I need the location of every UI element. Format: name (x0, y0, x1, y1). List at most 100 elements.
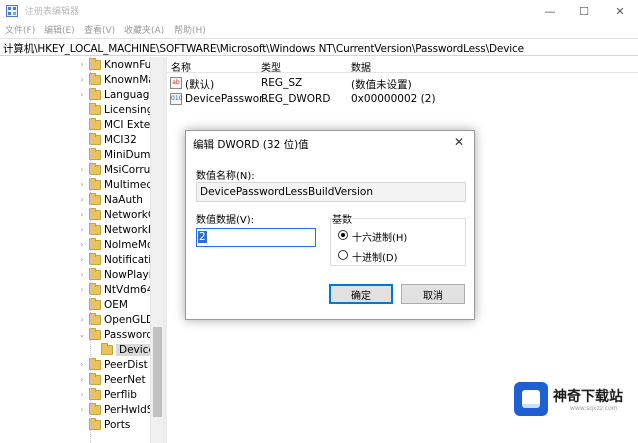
value-data: 0x00000002 (2) (351, 93, 436, 105)
menu-help[interactable]: 帮助(H) (174, 23, 206, 36)
tree-item[interactable]: › KnownMa (0, 73, 155, 88)
tree-item-label[interactable]: NolmeMo (104, 239, 153, 251)
tree-item[interactable]: › Notification (0, 253, 163, 268)
menu-bar: 文件(F) 编辑(E) 查看(V) 收藏夹(A) 帮助(H) (0, 22, 638, 38)
chevron-right-icon[interactable]: › (78, 315, 86, 325)
dialog-close-icon[interactable]: ✕ (449, 133, 469, 151)
tree-item[interactable]: OEM (0, 298, 150, 313)
tree-item-label[interactable]: PasswordI (104, 329, 156, 341)
chevron-right-icon[interactable]: › (78, 390, 86, 400)
tree-item[interactable]: › NetworkC (0, 208, 155, 223)
list-row[interactable]: ab (默认) REG_SZ (数值未设置) (167, 75, 638, 91)
hex-radio[interactable] (338, 230, 348, 240)
chevron-down-icon[interactable]: ⌄ (78, 330, 86, 340)
tree-item[interactable]: ⌄ PasswordI (0, 328, 156, 343)
chevron-right-icon[interactable]: › (78, 90, 86, 100)
list-row[interactable]: 010 DevicePasswor... REG_DWORD 0x0000000… (167, 91, 638, 107)
tree-item[interactable]: › MsiCorrup (0, 163, 157, 178)
window-title: 注册表编辑器 (25, 7, 80, 17)
chevron-right-icon[interactable]: › (78, 405, 86, 415)
menu-edit[interactable]: 编辑(E) (44, 23, 75, 36)
value-name: DevicePasswor... (185, 93, 273, 105)
chevron-right-icon[interactable]: › (78, 270, 86, 280)
address-path[interactable]: 计算机\HKEY_LOCAL_MACHINE\SOFTWARE\Microsof… (3, 41, 524, 56)
chevron-right-icon[interactable]: › (78, 60, 86, 70)
chevron-right-icon[interactable]: › (78, 285, 86, 295)
tree-item-label[interactable]: PeerNet (104, 374, 146, 386)
column-name[interactable]: 名称 (171, 59, 191, 74)
hex-radio-label[interactable]: 十六进制(H) (352, 229, 407, 244)
value-name-label: 数值名称(N): (196, 171, 255, 182)
tree-item[interactable]: MiniDump (0, 148, 157, 163)
tree-item[interactable]: Device (0, 343, 158, 358)
menu-file[interactable]: 文件(F) (5, 23, 35, 36)
chevron-right-icon[interactable]: › (78, 225, 86, 235)
tree-item-label[interactable]: MCI Exten (104, 119, 157, 131)
tree-item[interactable]: › Multimedi (0, 178, 156, 193)
cancel-button[interactable]: 取消 (401, 284, 465, 304)
tree-guide-line (90, 57, 91, 443)
tree-item[interactable]: Ports (0, 418, 150, 433)
tree-item[interactable]: › PeerNet (0, 373, 150, 388)
value-data-label: 数值数据(V): (196, 215, 255, 226)
cube-icon (522, 390, 540, 408)
column-type[interactable]: 类型 (261, 59, 281, 74)
menu-favorites[interactable]: 收藏夹(A) (124, 23, 164, 36)
tree-item[interactable]: › PerHwldSt (0, 403, 158, 418)
decimal-radio[interactable] (338, 250, 348, 260)
key-tree: › KnownFun › KnownMa › LanguageL LicensingD MCI… (0, 57, 163, 443)
chevron-right-icon[interactable]: › (78, 210, 86, 220)
tree-item[interactable]: MCI32 (0, 133, 150, 148)
tree-item-label[interactable]: NetworkLi (104, 224, 157, 236)
chevron-right-icon[interactable]: › (78, 375, 86, 385)
chevron-right-icon[interactable]: › (78, 195, 86, 205)
tree-item[interactable]: › PeerDist (0, 358, 150, 373)
tree-item[interactable]: › LanguageL (0, 88, 162, 103)
tree-scrollbar[interactable] (150, 57, 163, 443)
chevron-right-icon[interactable]: › (78, 165, 86, 175)
string-value-icon: ab (170, 77, 182, 89)
watermark-url: www.sqxzz.com (570, 405, 618, 412)
chevron-right-icon[interactable]: › (78, 75, 86, 85)
value-data-text[interactable]: 2 (198, 231, 207, 243)
minimize-button[interactable]: — (532, 0, 568, 22)
value-name-field: DevicePasswordLessBuildVersion (196, 182, 466, 202)
tree-item[interactable]: MCI Exten (0, 118, 157, 133)
tree-item-label[interactable]: Perflib (104, 389, 137, 401)
tree-item[interactable]: › OpenGLDr (0, 313, 158, 328)
tree-item[interactable]: › Perflib (0, 388, 150, 403)
tree-item-label[interactable]: KnownMa (104, 74, 155, 86)
tree-item[interactable]: LicensingD (0, 103, 161, 118)
close-button[interactable]: ✕ (602, 0, 638, 22)
tree-item-label[interactable]: NaAuth (104, 194, 143, 206)
chevron-right-icon[interactable]: › (78, 255, 86, 265)
address-bar[interactable]: 计算机\HKEY_LOCAL_MACHINE\SOFTWARE\Microsof… (0, 38, 638, 56)
tree-item-label[interactable]: MCI32 (104, 134, 137, 146)
column-data[interactable]: 数据 (351, 59, 371, 74)
tree-item[interactable]: › NetworkLi (0, 223, 157, 238)
decimal-radio-label[interactable]: 十进制(D) (352, 249, 398, 264)
tree-item-label[interactable]: Multimedi (104, 179, 156, 191)
value-type: REG_SZ (261, 77, 303, 89)
tree-scrollbar-thumb[interactable] (153, 327, 162, 417)
tree-item[interactable]: › KnownFun (0, 58, 158, 73)
tree-item[interactable]: › NolmeMo (0, 238, 153, 253)
tree-item-label[interactable]: PeerDist (104, 359, 148, 371)
tree-item-label[interactable]: NetworkC (104, 209, 155, 221)
value-data-input[interactable]: 2 (196, 228, 316, 247)
watermark-name: 神奇下载站 (553, 389, 623, 405)
tree-item-label[interactable]: NtVdm64 (104, 284, 153, 296)
tree-item-label[interactable]: OEM (104, 299, 128, 311)
chevron-right-icon[interactable]: › (78, 180, 86, 190)
menu-view[interactable]: 查看(V) (84, 23, 115, 36)
tree-item-label[interactable]: Ports (104, 419, 130, 431)
folder-icon (101, 343, 113, 355)
maximize-button[interactable]: ☐ (566, 0, 602, 22)
tree-item[interactable]: › NaAuth (0, 193, 150, 208)
ok-button[interactable]: 确定 (329, 284, 393, 304)
value-name-text: DevicePasswordLessBuildVersion (200, 186, 373, 198)
tree-item[interactable]: › NowPlayin (0, 268, 158, 283)
chevron-right-icon[interactable]: › (78, 360, 86, 370)
chevron-right-icon[interactable]: › (78, 240, 86, 250)
tree-item[interactable]: › NtVdm64 (0, 283, 153, 298)
